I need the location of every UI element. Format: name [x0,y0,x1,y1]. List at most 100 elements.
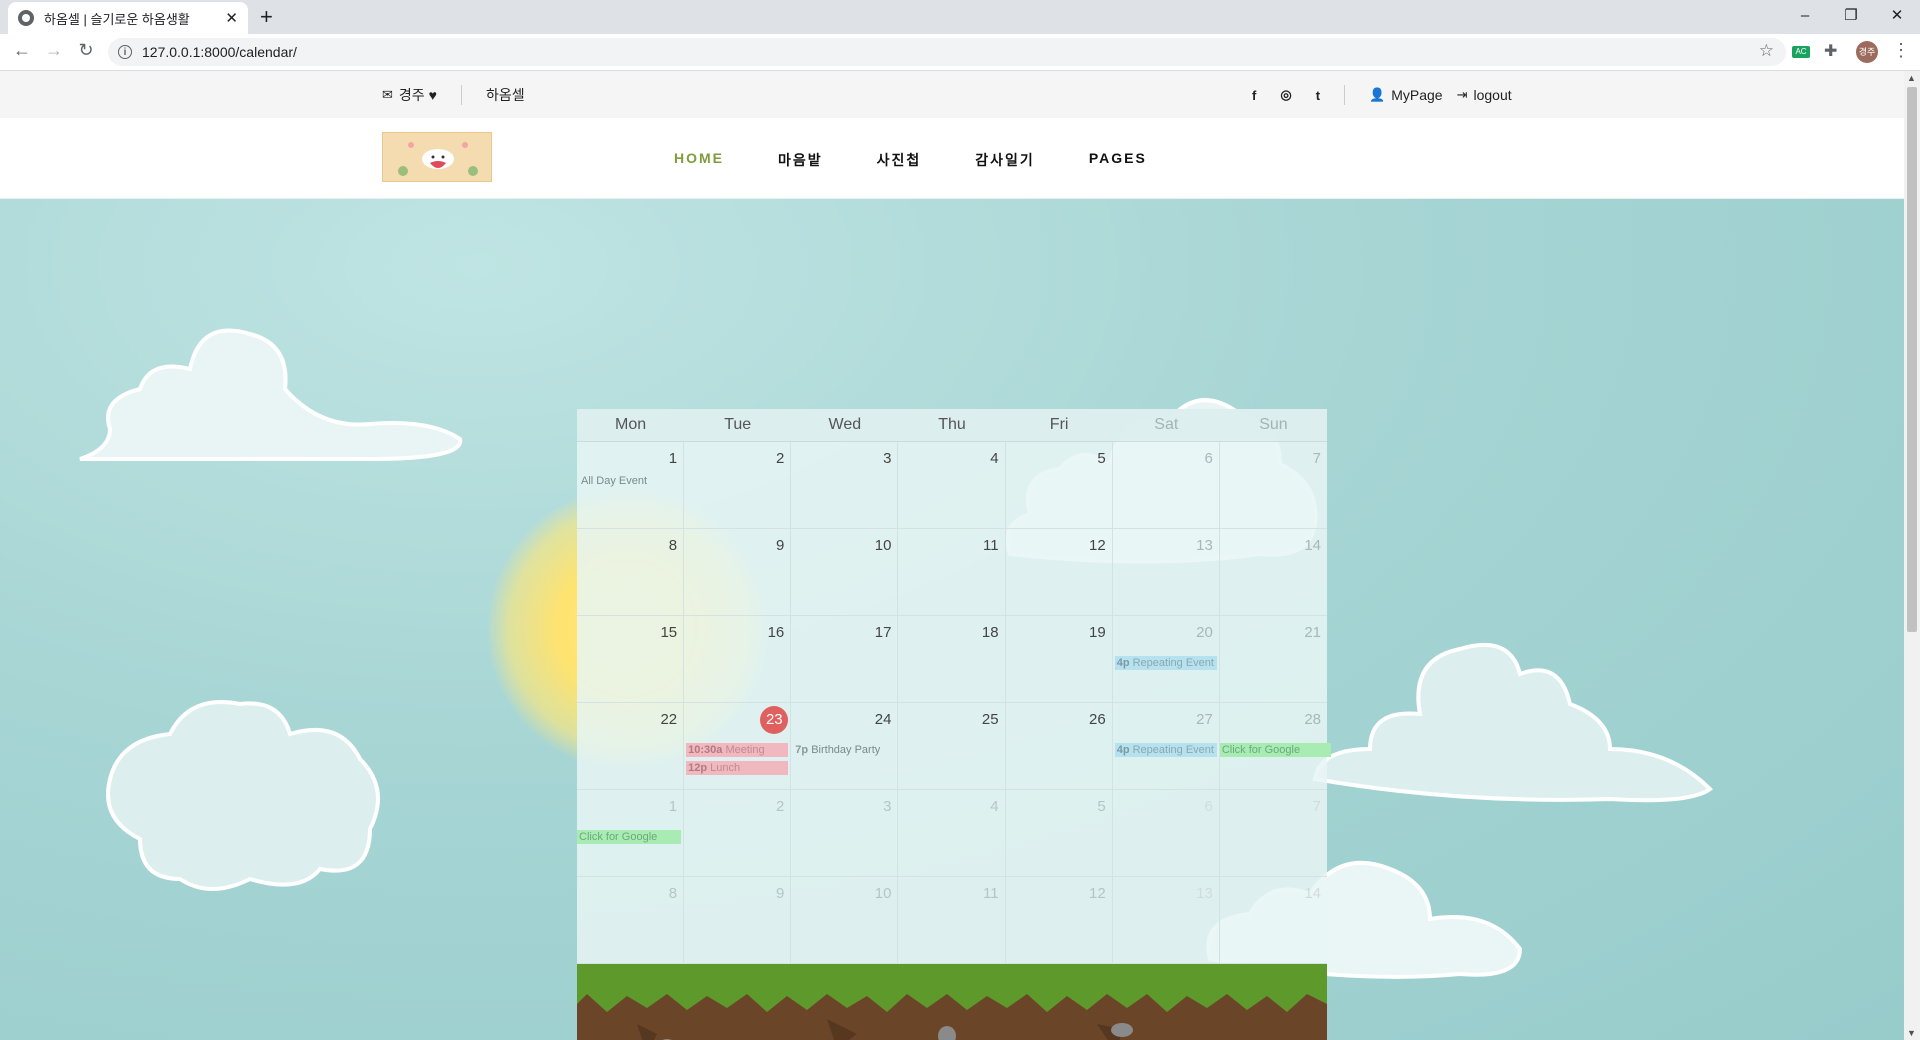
profile-avatar[interactable]: 경주 [1856,41,1878,63]
site-info-icon[interactable]: i [118,45,132,59]
calendar-event[interactable]: 4p Repeating Event [1114,656,1217,670]
nav-pages[interactable]: PAGES [1089,150,1147,170]
day-cell[interactable]: 27 4p Repeating Event [1112,703,1220,790]
window-controls: – ❐ ✕ [1782,0,1920,30]
day-cell[interactable]: 22 [577,703,685,790]
new-tab-button[interactable]: + [260,4,273,30]
event-time: 7p [795,744,809,756]
day-cell-today[interactable]: 23 10:30a Meeting 12p Lunch [684,703,792,790]
user-name[interactable]: 경주 [399,85,425,105]
calendar-event[interactable]: Click for Google [577,830,682,844]
day-cell[interactable]: 14 [1219,529,1327,616]
event-time: 4p [1116,744,1130,756]
day-cell[interactable]: 1 Click for Google [577,790,685,877]
day-cell[interactable]: 14 [1219,877,1327,964]
day-cell[interactable]: 3 [791,442,899,529]
day-cell[interactable]: 6 [1112,442,1220,529]
day-cell[interactable]: 13 [1112,529,1220,616]
day-cell[interactable]: 24 7p Birthday Party [791,703,899,790]
day-number: 10 [874,885,892,902]
day-cell[interactable]: 28 Click for Google [1219,703,1331,790]
bookmark-star-icon[interactable]: ☆ [1759,41,1774,61]
address-bar[interactable]: i 127.0.0.1:8000/calendar/ ☆ [108,38,1786,66]
day-cell[interactable]: 7 [1219,442,1327,529]
day-cell[interactable]: 18 [898,616,1006,703]
day-cell[interactable]: 26 [1005,703,1113,790]
day-number: 9 [775,885,785,902]
main-navigation: HOME 마음밭 사진첩 감사일기 PAGES [674,150,1201,170]
calendar-event[interactable]: 4p Repeating Event [1114,743,1217,757]
nav-maeumbat[interactable]: 마음밭 [778,150,823,170]
day-cell[interactable]: 6 [1112,790,1220,877]
forward-icon[interactable]: → [42,40,66,61]
page-scrollbar[interactable]: ▲ ▼ [1904,71,1920,1040]
day-cell[interactable]: 25 [898,703,1006,790]
calendar-event[interactable]: All Day Event [579,474,681,488]
day-number: 6 [1204,450,1213,467]
restore-button[interactable]: ❐ [1828,0,1874,30]
mypage-link[interactable]: MyPage [1391,87,1442,103]
extensions-puzzle-icon[interactable]: ✚ [1824,41,1837,61]
browser-tab[interactable]: 하옴셀 | 슬기로운 하옴생활 ✕ [8,2,248,34]
logout-link[interactable]: logout [1473,87,1511,103]
browser-menu-icon[interactable]: ⋮ [1892,40,1910,61]
day-number: 21 [1304,624,1321,641]
back-icon[interactable]: ← [10,40,34,61]
url-text[interactable]: 127.0.0.1:8000/calendar/ [142,44,297,60]
day-cell[interactable]: 20 4p Repeating Event [1112,616,1220,703]
day-cell[interactable]: 3 [791,790,899,877]
day-cell[interactable]: 5 [1005,790,1113,877]
facebook-icon[interactable]: f [1252,88,1256,103]
calendar-event[interactable]: Click for Google [1219,743,1331,757]
weekday-thu: Thu [938,416,966,433]
day-cell[interactable]: 13 [1112,877,1220,964]
reload-icon[interactable]: ↻ [74,40,98,61]
calendar-event[interactable]: 7p Birthday Party [793,743,895,757]
event-time: 12p [688,762,708,774]
event-title: Meeting [725,744,765,756]
day-cell[interactable]: 12 [1005,529,1113,616]
nav-home[interactable]: HOME [674,150,724,170]
day-cell[interactable]: 9 [684,877,792,964]
extension-icon[interactable]: AC [1792,46,1810,58]
minimize-button[interactable]: – [1782,0,1828,30]
nav-gratitude-diary[interactable]: 감사일기 [975,150,1035,170]
day-cell[interactable]: 4 [898,790,1006,877]
tab-close-icon[interactable]: ✕ [225,9,238,27]
day-cell[interactable]: 7 [1219,790,1327,877]
day-cell[interactable]: 11 [898,877,1006,964]
instagram-icon[interactable]: ◎ [1280,87,1291,103]
day-cell[interactable]: 15 [577,616,685,703]
day-cell[interactable]: 19 [1005,616,1113,703]
calendar-event[interactable]: 12p Lunch [686,761,789,775]
day-cell[interactable]: 4 [898,442,1006,529]
day-cell[interactable]: 10 [791,529,899,616]
twitter-icon[interactable]: t [1316,88,1320,103]
calendar-event[interactable]: 10:30a Meeting [686,743,789,757]
day-cell[interactable]: 8 [577,877,685,964]
day-cell[interactable]: 12 [1005,877,1113,964]
nav-photo-album[interactable]: 사진첩 [877,150,922,170]
weekday-sat: Sat [1154,416,1179,433]
day-cell[interactable]: 2 [684,442,792,529]
site-logo[interactable] [382,132,492,182]
scrollbar-thumb[interactable] [1907,87,1917,632]
day-cell[interactable]: 8 [577,529,685,616]
day-cell[interactable]: 1 All Day Event [577,442,685,529]
heart-icon: ♥ [428,87,437,103]
day-cell[interactable]: 9 [684,529,792,616]
day-cell[interactable]: 16 [684,616,792,703]
day-cell[interactable]: 10 [791,877,899,964]
day-cell[interactable]: 11 [898,529,1006,616]
scroll-down-icon[interactable]: ▼ [1907,1028,1916,1038]
day-number: 14 [1304,885,1321,902]
day-cell[interactable]: 2 [684,790,792,877]
day-cell[interactable]: 21 [1219,616,1327,703]
site-name[interactable]: 하옴셀 [486,85,525,105]
day-cell[interactable]: 17 [791,616,899,703]
scroll-up-icon[interactable]: ▲ [1907,73,1916,83]
close-window-button[interactable]: ✕ [1874,0,1920,30]
day-number: 28 [1304,711,1321,728]
day-cell[interactable]: 5 [1005,442,1113,529]
globe-icon [18,10,34,26]
